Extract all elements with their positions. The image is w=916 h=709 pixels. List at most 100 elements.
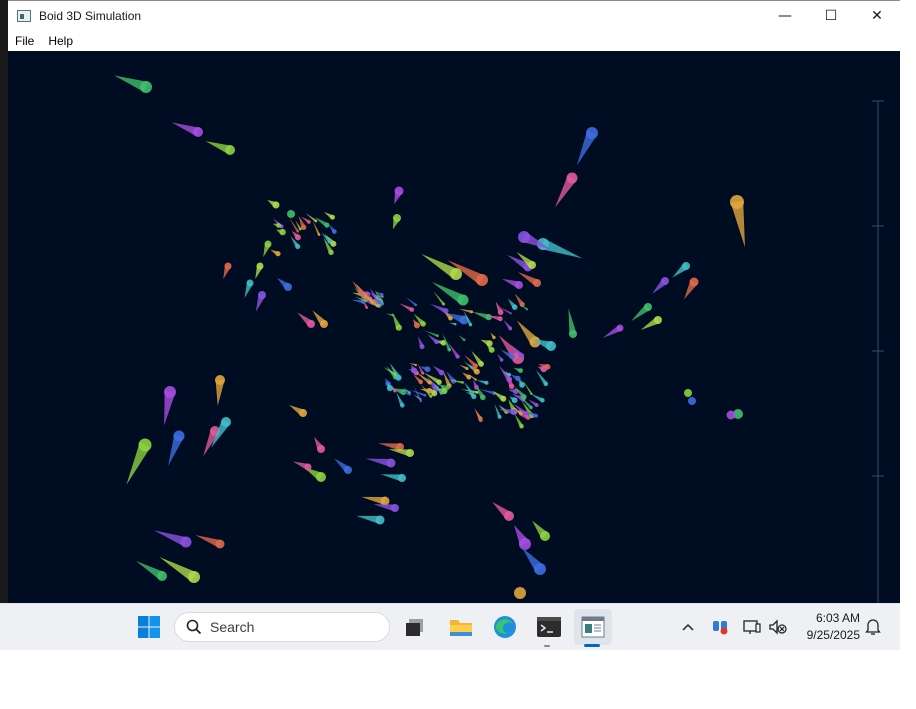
boid-head [533,279,541,287]
boid-head [376,297,379,300]
desktop-edge [0,0,8,603]
boid-head [395,374,402,381]
boid-head [730,195,744,209]
boid-head [344,466,352,474]
boid-head [499,358,504,362]
boid-head [316,472,326,482]
chevron-up-icon[interactable] [678,616,698,638]
boid-head [423,393,427,397]
boid-head [476,274,488,286]
boid-head [375,301,378,304]
task-view-icon[interactable] [400,612,430,642]
boid-head [509,312,512,315]
boid-head [364,299,368,303]
boid-head [304,463,312,471]
boid-head [463,338,466,342]
boid-head [188,571,200,583]
boid-head [480,394,486,401]
menu-file[interactable]: File [8,34,41,48]
boid-head [439,391,443,395]
search-input[interactable] [208,618,382,636]
boid-head [528,261,536,269]
boid-head [418,379,424,385]
boid-head [294,234,301,241]
boid-head [492,335,496,340]
boid-head [486,340,493,347]
boid-head [375,303,380,308]
boid-head [436,379,442,385]
menu-help[interactable]: Help [41,34,80,48]
boid-head [246,279,254,287]
boid-head [287,210,295,218]
boid-head [644,303,652,311]
boid-head [381,295,384,298]
boid-head [258,291,266,299]
boid-head [504,511,514,521]
boid-head [616,324,624,332]
boid-head [317,233,321,236]
tray-app-icon[interactable] [708,616,732,638]
boid-head [264,240,272,248]
boid-head [413,322,421,329]
boid-head [526,308,529,311]
notification-icon[interactable] [862,616,884,638]
maximize-button[interactable]: ☐ [808,1,854,31]
boid-head [684,389,692,397]
boid-sim-app-icon[interactable] [574,609,612,645]
file-explorer-icon[interactable] [446,612,476,642]
boid-tail [433,290,445,305]
boid-head [164,386,176,398]
close-button[interactable]: ✕ [854,1,900,31]
boid-head [506,376,513,383]
app-window-icon [17,10,31,22]
volume-muted-icon[interactable] [766,616,790,638]
boid-head [508,383,515,390]
boid-head [511,409,518,416]
boid-head [284,283,292,291]
boid-head [393,389,397,393]
boid-head [420,321,426,327]
boid-head [215,375,225,385]
boid-scene[interactable] [8,51,900,603]
boid-head [497,316,503,322]
boid-head [470,310,474,314]
boid-head [272,201,280,209]
boid-head [427,380,432,385]
boid-head [569,330,577,338]
boid-head [419,400,422,403]
boid-head [406,449,414,457]
boid-head [726,410,736,420]
boid-head [533,413,538,418]
boid-head [225,145,235,155]
boid-head [519,538,531,550]
boid-head [295,244,301,250]
boid-tail [522,380,533,395]
depth-axis [872,100,884,603]
system-clock[interactable]: 6:03 AM 9/25/2025 [798,610,860,644]
boid-head [465,367,469,371]
edge-icon[interactable] [490,612,520,642]
boid-head [275,251,281,257]
boid-head [386,458,396,468]
minimize-button[interactable]: — [762,1,808,31]
boid-head [429,395,433,398]
boid-head [157,571,167,581]
boid-head [400,403,405,408]
simulation-canvas[interactable] [8,51,900,603]
title-bar[interactable]: Boid 3D Simulation — ☐ ✕ [8,0,900,31]
boid-head [543,381,549,387]
taskbar-search[interactable] [174,612,390,642]
boid-head [518,231,530,243]
boid-head [497,415,502,419]
boid-head [409,307,415,312]
boid-head [365,306,369,309]
boid-head [408,393,411,396]
start-icon[interactable] [134,612,164,642]
search-icon [186,619,202,635]
boid-head [391,504,399,512]
boid-head [450,268,462,280]
network-icon[interactable] [740,616,764,638]
terminal-icon[interactable] [534,612,564,642]
boid-head [508,326,513,331]
boid-head [393,214,401,222]
